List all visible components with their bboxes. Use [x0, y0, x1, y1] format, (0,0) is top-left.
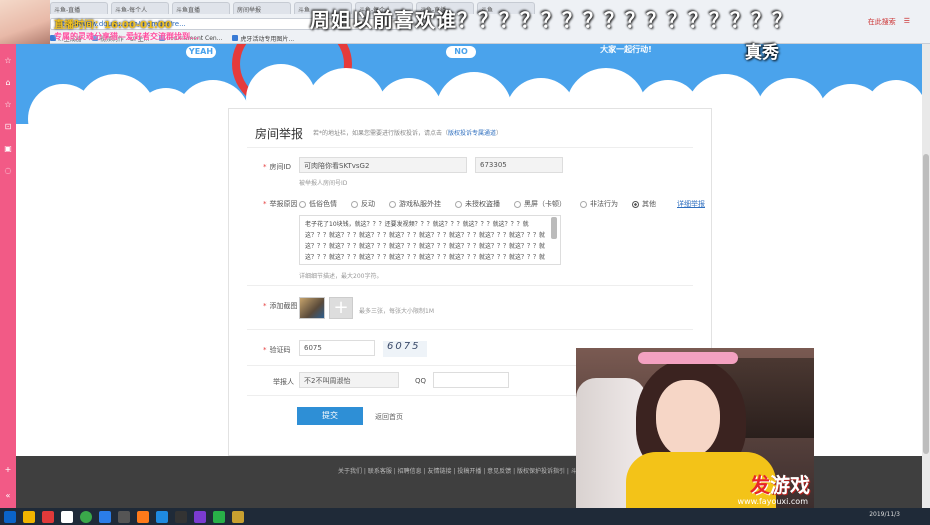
bookmark-icon	[232, 35, 239, 41]
app-icon[interactable]	[232, 510, 244, 523]
hint-text: 若*的地址栏，如果您需要进行版权投诉，请点击（	[313, 130, 449, 137]
reason-radio[interactable]: 游戏私服外挂	[389, 199, 441, 209]
divider	[247, 147, 693, 148]
reporter-field[interactable]: 不2不叫周淑怡	[299, 372, 399, 388]
add-screenshot-button[interactable]: +	[329, 297, 353, 319]
page-title: 房间举报	[255, 127, 304, 141]
reason-radio-group: 低俗色情 反动 游戏私服外挂 未授权盗播 黑屏（卡顿） 非法行为 其他	[299, 199, 656, 209]
left-sidebar: ☆ ⌂ ☆ ⊡ ▣ ◌	[0, 44, 16, 508]
cart-icon[interactable]: ⊡	[5, 122, 12, 132]
qq-input[interactable]	[433, 372, 509, 388]
uploaded-screenshot-thumbnail[interactable]	[299, 297, 325, 319]
captcha-label: * 验证码	[263, 346, 291, 354]
bg-bubble-no: NO	[446, 46, 476, 58]
danmaku-comment: 周姐以前喜欢谁？？？？？？？？？？？？？？？？	[310, 8, 793, 32]
back-to-home-link[interactable]: 返回首页	[375, 412, 403, 422]
reason-radio[interactable]: 黑屏（卡顿）	[514, 199, 566, 209]
stream-notice-overlay: 专属的灵魂分享猎—爱好者交流群找到...	[54, 32, 200, 41]
folder-icon[interactable]	[23, 510, 35, 523]
radio-circle-icon	[455, 200, 462, 208]
reason-radio[interactable]: 低俗色情	[299, 199, 337, 209]
footer-links[interactable]: 关于我们 | 联系客服 | 招聘信息 | 友情链接 | 投稿开播 | 意见反馈 …	[338, 466, 589, 475]
app-icon[interactable]	[42, 510, 54, 523]
favorite-icon[interactable]: ☆	[4, 100, 11, 110]
app-icon[interactable]	[137, 510, 149, 523]
radio-circle-icon	[389, 200, 396, 208]
browser-tab[interactable]: 斗鱼-每个人	[111, 2, 169, 14]
divider	[247, 329, 693, 330]
room-id-label: * 房间ID	[263, 163, 291, 171]
radio-circle-icon	[580, 200, 587, 208]
submit-button[interactable]: 提交	[297, 407, 363, 425]
qq-label: QQ	[415, 377, 427, 385]
menu-icon[interactable]: ☰	[904, 17, 910, 27]
form-hint: 若*的地址栏，如果您需要进行版权投诉，请点击（版权投诉专属通道）	[313, 128, 502, 137]
search-here-button[interactable]: 在此搜索	[868, 17, 896, 27]
radio-circle-icon	[514, 200, 521, 208]
bg-bubble-yeah: YEAH	[186, 46, 216, 58]
taskbar-clock: 2019/11/3	[869, 511, 900, 518]
watermark-url: www.fayouxi.com	[737, 497, 808, 506]
reason-radio[interactable]: 未授权盗播	[455, 199, 500, 209]
hint-text-end: ）	[496, 130, 503, 137]
webcam-headband	[638, 352, 738, 364]
reason-radio[interactable]: 反动	[351, 199, 375, 209]
start-icon[interactable]	[4, 510, 16, 523]
radio-circle-icon	[351, 200, 358, 208]
home-icon[interactable]: ⌂	[5, 78, 10, 88]
app-icon[interactable]	[99, 510, 111, 523]
screenshot-note: 最多三张，每张大小限制1M	[359, 308, 434, 315]
danmaku-comment: 真秀	[745, 43, 779, 63]
browser-tab[interactable]: 斗鱼-直播	[50, 2, 108, 14]
webcam-person-face	[656, 380, 720, 458]
webcam-overlay: 发游戏 www.fayouxi.com	[576, 348, 814, 508]
bg-bubble-action: 大家一起行动!	[600, 45, 652, 54]
room-name-field[interactable]: 可肉陪你看SKTvsG2	[299, 157, 467, 173]
app-icon[interactable]	[61, 510, 73, 523]
app-icon[interactable]	[194, 510, 206, 523]
radio-checked-icon	[632, 200, 639, 208]
video-icon[interactable]: ▣	[4, 144, 12, 154]
copyright-complaint-link[interactable]: 版权投诉专属通道	[448, 130, 496, 137]
reason-radio-selected[interactable]: 其他	[632, 199, 656, 209]
watermark-logo: 发游戏	[750, 473, 810, 497]
browser-tab[interactable]: 斗鱼直播	[172, 2, 230, 14]
reason-label: * 举报原因	[263, 200, 298, 208]
reason-textarea[interactable]: 老子花了10块钱，就这？？？还要发视频？？？就这？？？就这？？？就这？？？就这？…	[299, 215, 561, 265]
reason-radio[interactable]: 非法行为	[580, 199, 618, 209]
left-sidebar-bottom: + «	[0, 456, 16, 508]
streamer-avatar	[0, 0, 50, 44]
os-taskbar: 2019/11/3	[0, 508, 930, 525]
chat-icon[interactable]: ◌	[5, 166, 12, 176]
collapse-icon[interactable]: «	[6, 491, 11, 500]
reporter-label: 举报人	[273, 378, 294, 386]
star-icon[interactable]: ☆	[4, 56, 11, 66]
browser-icon[interactable]	[156, 510, 168, 523]
bookmark-label: 虎牙活动专用图片...	[240, 35, 295, 43]
room-id-field[interactable]: 673305	[475, 157, 563, 173]
divider	[247, 285, 693, 286]
detailed-report-link[interactable]: 详细举报	[677, 199, 705, 209]
captcha-image[interactable]: 6075	[383, 341, 427, 357]
add-icon[interactable]: +	[5, 465, 12, 474]
reason-note: 详细细节描述，最大200字符。	[299, 273, 383, 280]
bookmark-item[interactable]: 虎牙活动专用图片...	[232, 34, 294, 43]
wechat-icon[interactable]	[213, 510, 225, 523]
scrollbar-thumb[interactable]	[923, 154, 929, 454]
app-icon[interactable]	[118, 510, 130, 523]
captcha-input[interactable]: 6075	[299, 340, 375, 356]
page-scrollbar[interactable]	[922, 44, 930, 508]
browser-right-controls: 在此搜索 ☰	[868, 17, 910, 27]
app-icon[interactable]	[80, 510, 92, 523]
radio-circle-icon	[299, 200, 306, 208]
room-id-note: 被举报人房间号ID	[299, 180, 348, 187]
screenshot-label: * 添加截图	[263, 302, 298, 310]
textarea-scrollbar[interactable]	[551, 217, 557, 239]
stream-time-overlay: 直播时间：16:00-01:00	[54, 20, 172, 31]
app-icon[interactable]	[175, 510, 187, 523]
browser-tab[interactable]: 房间举报	[233, 2, 291, 14]
